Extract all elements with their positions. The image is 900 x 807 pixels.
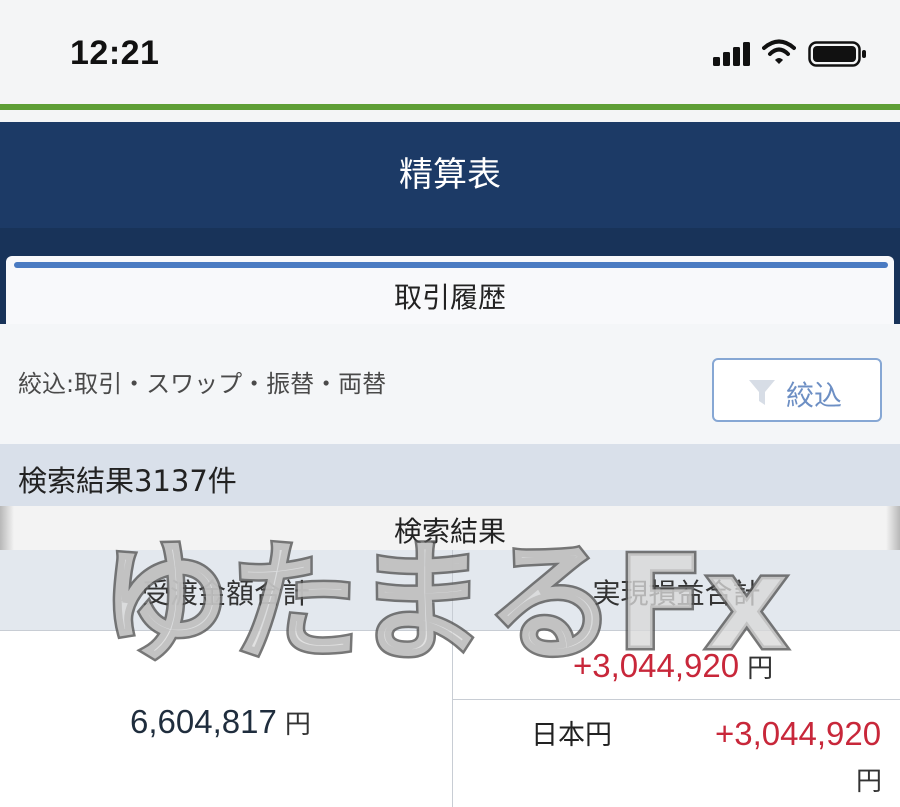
- result-count-bar: 検索結果3137件: [0, 444, 900, 506]
- pl-total: +3,044,920 円: [573, 647, 773, 685]
- yen-unit: 円: [284, 710, 311, 740]
- tab-label: 取引履歴: [393, 281, 506, 314]
- page-title: 精算表: [399, 155, 501, 195]
- filter-funnel-icon: [749, 380, 775, 405]
- nav-header: 精算表: [0, 122, 900, 228]
- cellular-signal-icon: [713, 42, 753, 66]
- tab-active-indicator: [14, 262, 888, 268]
- status-bar: 12:21: [0, 0, 900, 104]
- tab-trade-history[interactable]: 取引履歴: [6, 256, 894, 324]
- column-header-label: 実現損益合計: [592, 577, 761, 610]
- status-time: 12:21: [70, 34, 160, 72]
- wifi-icon: [762, 39, 796, 64]
- yen-unit: 円: [856, 767, 883, 797]
- battery-icon: [808, 41, 866, 67]
- currency-pl-value: +3,044,920: [715, 715, 882, 752]
- filter-button[interactable]: 絞込: [712, 358, 882, 422]
- settlement-amount-value: 6,604,817: [130, 703, 277, 740]
- pl-total-value: +3,044,920: [573, 647, 740, 684]
- spacer: [0, 110, 900, 122]
- result-header-label: 検索結果: [393, 515, 506, 548]
- result-count: 検索結果3137件: [18, 464, 237, 498]
- divider: [453, 699, 900, 700]
- pl-cell: +3,044,920 円 日本円 +3,044,920 円: [453, 630, 900, 807]
- currency-name: 日本円: [531, 720, 612, 751]
- yen-unit: 円: [747, 654, 774, 684]
- filter-summary: 絞込:取引・スワップ・振替・両替: [18, 370, 387, 398]
- settlement-cell: 6,604,817 円: [0, 630, 453, 807]
- result-header: 検索結果: [0, 506, 900, 550]
- column-header-pl: 実現損益合計: [453, 550, 900, 630]
- column-header-label: 受渡金額合計: [141, 577, 310, 610]
- tab-bar: 取引履歴: [0, 228, 900, 324]
- filter-row: 絞込:取引・スワップ・振替・両替 絞込: [0, 324, 900, 444]
- filter-button-label: 絞込: [786, 379, 843, 412]
- settlement-amount: 6,604,817 円: [130, 703, 311, 741]
- column-header-settlement: 受渡金額合計: [0, 550, 453, 630]
